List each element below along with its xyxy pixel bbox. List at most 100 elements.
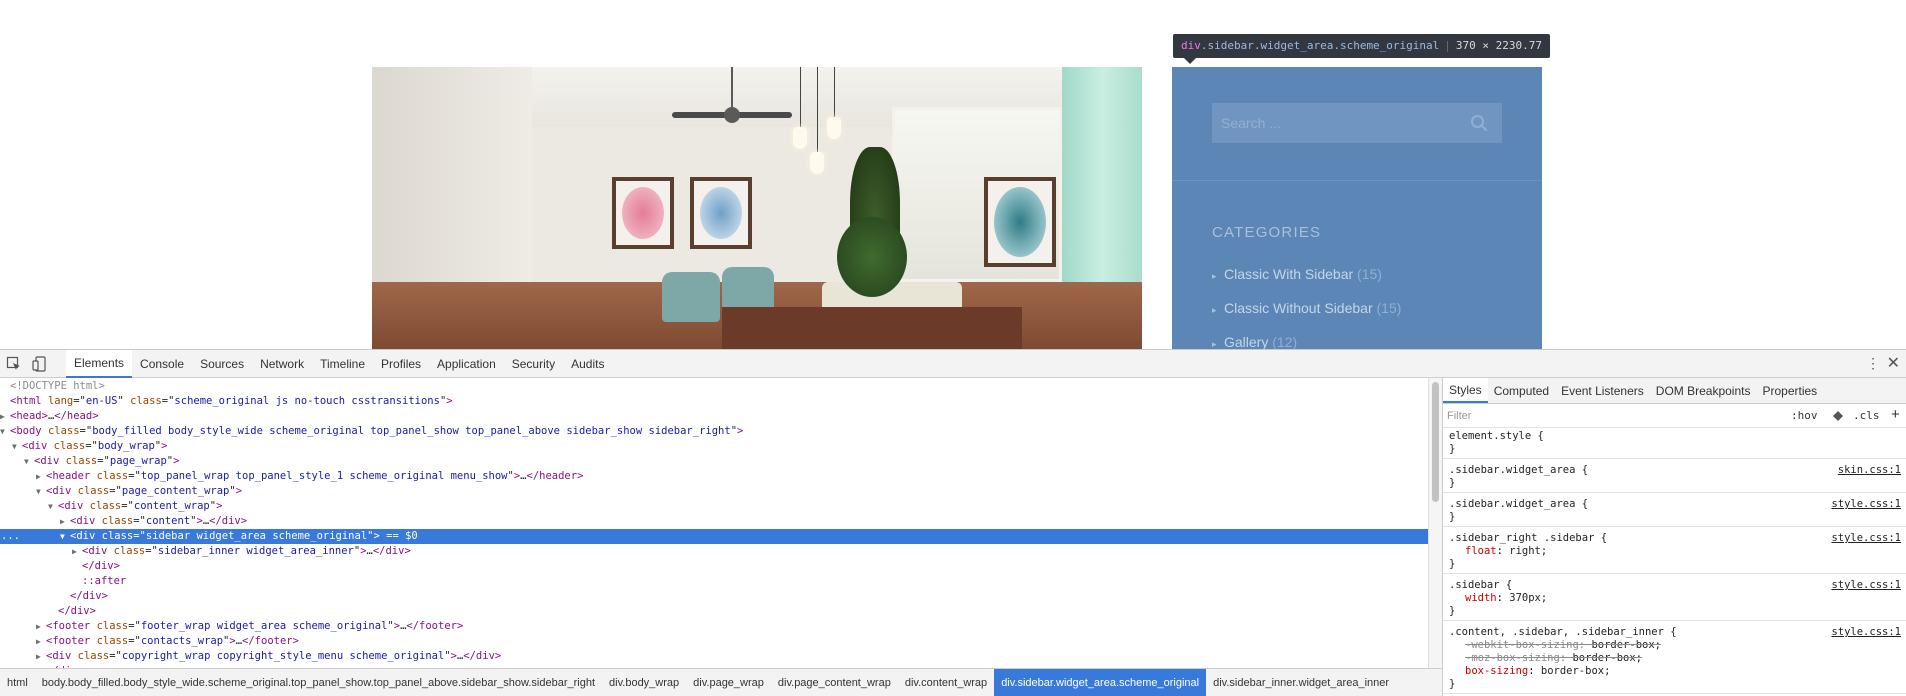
css-declaration[interactable]: -webkit-box-sizing: border-box;	[1449, 639, 1901, 652]
dom-node[interactable]: ▼<div class="page_content_wrap">	[0, 484, 1428, 499]
dom-node[interactable]: ▼<div class="content_wrap">	[0, 499, 1428, 514]
dom-node-selected[interactable]: ...▼<div class="sidebar widget_area sche…	[0, 529, 1428, 544]
css-value[interactable]: right;	[1509, 545, 1547, 557]
style-rule[interactable]: .sidebar_right .sidebar {style.css:1floa…	[1443, 530, 1906, 574]
css-declaration[interactable]: box-sizing: border-box;	[1449, 665, 1901, 678]
css-value[interactable]: border-box;	[1541, 665, 1611, 677]
dom-token: <!DOCTYPE html>	[10, 380, 105, 392]
tab-audits[interactable]: Audits	[563, 350, 612, 378]
dom-node[interactable]: </div>	[0, 589, 1428, 604]
dom-node[interactable]: ▶<footer class="contacts_wrap">…</footer…	[0, 634, 1428, 649]
styles-tab-styles[interactable]: Styles	[1443, 378, 1488, 403]
breadcrumb-item[interactable]: div.body_wrap	[602, 669, 686, 696]
category-link[interactable]: ▸Gallery (12)	[1212, 334, 1297, 349]
css-declaration[interactable]: -moz-box-sizing: border-box;	[1449, 652, 1901, 665]
css-value[interactable]: border-box;	[1591, 639, 1661, 651]
dom-node[interactable]: ▼<div class="body_wrap">	[0, 439, 1428, 454]
breadcrumb-item[interactable]: div.page_wrap	[686, 669, 771, 696]
breadcrumb-item[interactable]: div.sidebar_inner.widget_area_inner	[1206, 669, 1396, 696]
css-declaration[interactable]: float: right;	[1449, 545, 1901, 558]
styles-tab-event-listeners[interactable]: Event Listeners	[1555, 378, 1650, 403]
breadcrumb-item[interactable]: div.page_content_wrap	[771, 669, 898, 696]
rule-selector[interactable]: .sidebar.widget_area {	[1449, 464, 1901, 477]
dom-node[interactable]: ▶<div class="copyright_wrap copyright_st…	[0, 649, 1428, 664]
dom-node[interactable]: ▶<div class="sidebar_inner widget_area_i…	[0, 544, 1428, 559]
breadcrumb-item[interactable]: div.content_wrap	[898, 669, 994, 696]
category-link[interactable]: ▸Classic Without Sidebar (15)	[1212, 300, 1401, 316]
css-property[interactable]: -moz-box-sizing	[1465, 652, 1560, 664]
css-property[interactable]: float	[1465, 545, 1497, 557]
breadcrumb-item[interactable]: div.sidebar.widget_area.scheme_original	[994, 669, 1206, 696]
style-rule[interactable]: .sidebar.widget_area {style.css:1}	[1443, 496, 1906, 527]
tab-elements[interactable]: Elements	[66, 350, 132, 378]
dom-node[interactable]: <!DOCTYPE html>	[0, 379, 1428, 394]
style-rule[interactable]: .sidebar.widget_area {skin.css:1}	[1443, 462, 1906, 493]
dom-node[interactable]: ▶<footer class="footer_wrap widget_area …	[0, 619, 1428, 634]
rule-source-link[interactable]: style.css:1	[1831, 626, 1901, 638]
expand-triangle-icon[interactable]: ▶	[36, 619, 41, 634]
collapse-triangle-icon[interactable]: ▼	[24, 454, 29, 469]
lamp-cord	[834, 67, 835, 117]
styles-tab-computed[interactable]: Computed	[1488, 378, 1555, 403]
expand-triangle-icon[interactable]: ▶	[0, 409, 5, 424]
dom-node[interactable]: ▶<head>…</head>	[0, 409, 1428, 424]
expand-triangle-icon[interactable]: ▶	[36, 469, 41, 484]
styles-filter-input[interactable]	[1447, 407, 1747, 425]
new-style-rule-button[interactable]: +	[1891, 406, 1900, 423]
inspect-element-icon[interactable]	[6, 356, 22, 372]
style-rule[interactable]: .content, .sidebar, .sidebar_inner {styl…	[1443, 624, 1906, 694]
dom-node[interactable]: ▼<body class="body_filled body_style_wid…	[0, 424, 1428, 439]
css-property[interactable]: box-sizing	[1465, 665, 1528, 677]
rule-source-link[interactable]: skin.css:1	[1838, 464, 1901, 476]
css-value[interactable]: border-box;	[1572, 652, 1642, 664]
elements-scrollbar[interactable]	[1428, 378, 1442, 668]
rule-source-link[interactable]: style.css:1	[1831, 579, 1901, 591]
dom-node[interactable]: </div>	[0, 559, 1428, 574]
expand-triangle-icon[interactable]: ▶	[72, 544, 77, 559]
tab-console[interactable]: Console	[132, 350, 192, 378]
collapse-triangle-icon[interactable]: ▼	[48, 499, 53, 514]
collapse-triangle-icon[interactable]: ▼	[36, 484, 41, 499]
dom-node[interactable]: </div>	[0, 604, 1428, 619]
paint-bucket-icon[interactable]	[1831, 409, 1845, 423]
css-property[interactable]: -webkit-box-sizing	[1465, 639, 1579, 651]
tab-timeline[interactable]: Timeline	[312, 350, 373, 378]
rule-source-link[interactable]: style.css:1	[1831, 532, 1901, 544]
tab-profiles[interactable]: Profiles	[373, 350, 429, 378]
expand-triangle-icon[interactable]: ▶	[60, 514, 65, 529]
tab-sources[interactable]: Sources	[192, 350, 252, 378]
close-icon[interactable]: ✕	[1887, 353, 1900, 373]
sidebar-search-input[interactable]	[1212, 103, 1462, 143]
dom-node[interactable]: <html lang="en-US" class="scheme_origina…	[0, 394, 1428, 409]
dom-node[interactable]: ::after	[0, 574, 1428, 589]
breadcrumb-item[interactable]: body.body_filled.body_style_wide.scheme_…	[35, 669, 602, 696]
hover-state-toggle[interactable]: :hov	[1791, 409, 1818, 422]
css-value[interactable]: 370px;	[1509, 592, 1547, 604]
style-rule[interactable]: element.style {}	[1443, 428, 1906, 459]
scrollbar-thumb[interactable]	[1432, 382, 1439, 502]
expand-triangle-icon[interactable]: ▶	[36, 649, 41, 664]
more-options-icon[interactable]: ⋮	[1866, 355, 1880, 372]
collapse-triangle-icon[interactable]: ▼	[60, 529, 65, 544]
dom-node[interactable]: ▶<header class="top_panel_wrap top_panel…	[0, 469, 1428, 484]
styles-tab-properties[interactable]: Properties	[1756, 378, 1823, 403]
css-declaration[interactable]: width: 370px;	[1449, 592, 1901, 605]
tab-application[interactable]: Application	[429, 350, 504, 378]
search-icon[interactable]	[1470, 114, 1488, 132]
styles-tab-dom-breakpoints[interactable]: DOM Breakpoints	[1650, 378, 1757, 403]
rule-source-link[interactable]: style.css:1	[1831, 498, 1901, 510]
breadcrumb-item[interactable]: html	[0, 669, 35, 696]
style-rule[interactable]: .sidebar {style.css:1width: 370px;}	[1443, 577, 1906, 621]
category-link[interactable]: ▸Classic With Sidebar (15)	[1212, 266, 1382, 282]
dom-node[interactable]: ▶<div class="content">…</div>	[0, 514, 1428, 529]
collapse-triangle-icon[interactable]: ▼	[12, 439, 17, 454]
device-toolbar-icon[interactable]	[32, 356, 48, 372]
css-property[interactable]: width	[1465, 592, 1497, 604]
rule-selector[interactable]: element.style {	[1449, 430, 1901, 443]
expand-triangle-icon[interactable]: ▶	[36, 634, 41, 649]
class-toggle[interactable]: .cls	[1853, 409, 1880, 422]
tab-security[interactable]: Security	[504, 350, 563, 378]
collapse-triangle-icon[interactable]: ▼	[0, 424, 5, 439]
dom-node[interactable]: ▼<div class="page_wrap">	[0, 454, 1428, 469]
tab-network[interactable]: Network	[252, 350, 312, 378]
